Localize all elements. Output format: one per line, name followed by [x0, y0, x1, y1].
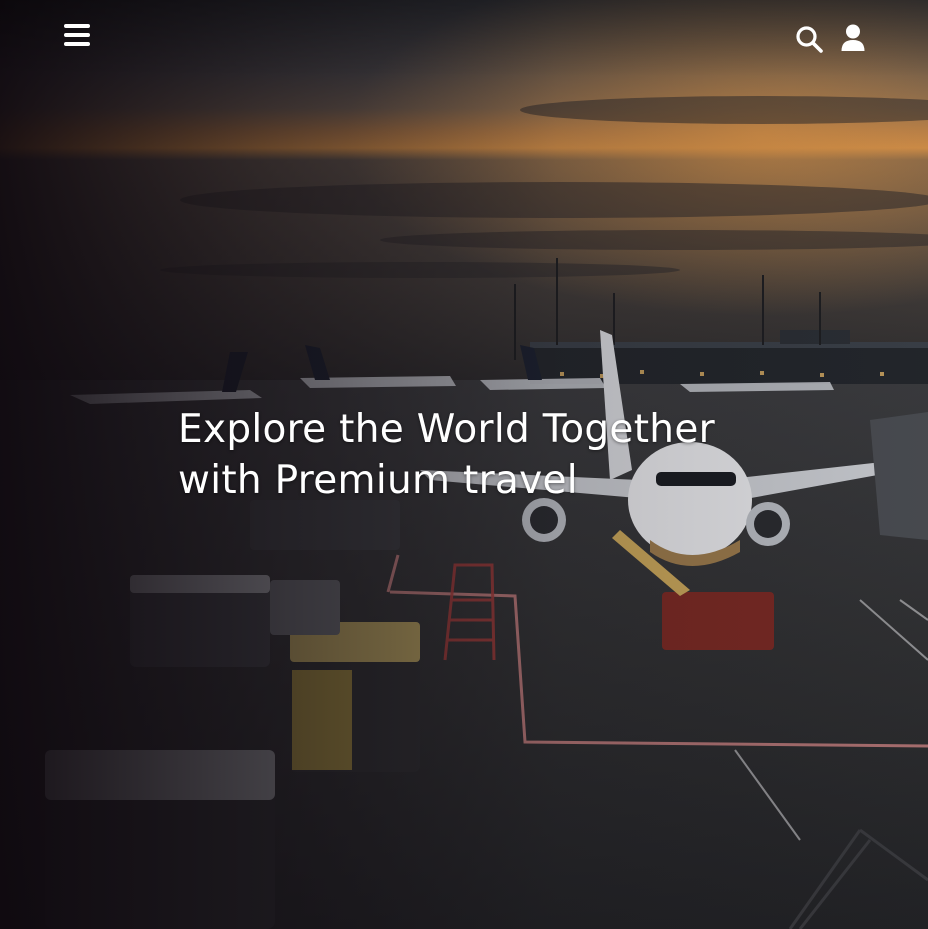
menu-bar-line — [64, 33, 90, 37]
search-icon[interactable] — [794, 24, 824, 54]
hero-section: Explore the World Together with Premium … — [0, 0, 928, 929]
top-navigation-bar — [0, 0, 928, 76]
hero-headline-line-2: with Premium travel — [178, 458, 578, 503]
hamburger-menu-icon[interactable] — [62, 22, 92, 48]
user-icon[interactable] — [838, 23, 868, 53]
hero-headline-line-1: Explore the World Together — [178, 407, 715, 452]
hero-headline: Explore the World Together with Premium … — [178, 404, 818, 506]
menu-bar-line — [64, 42, 90, 46]
menu-bar-line — [64, 24, 90, 28]
